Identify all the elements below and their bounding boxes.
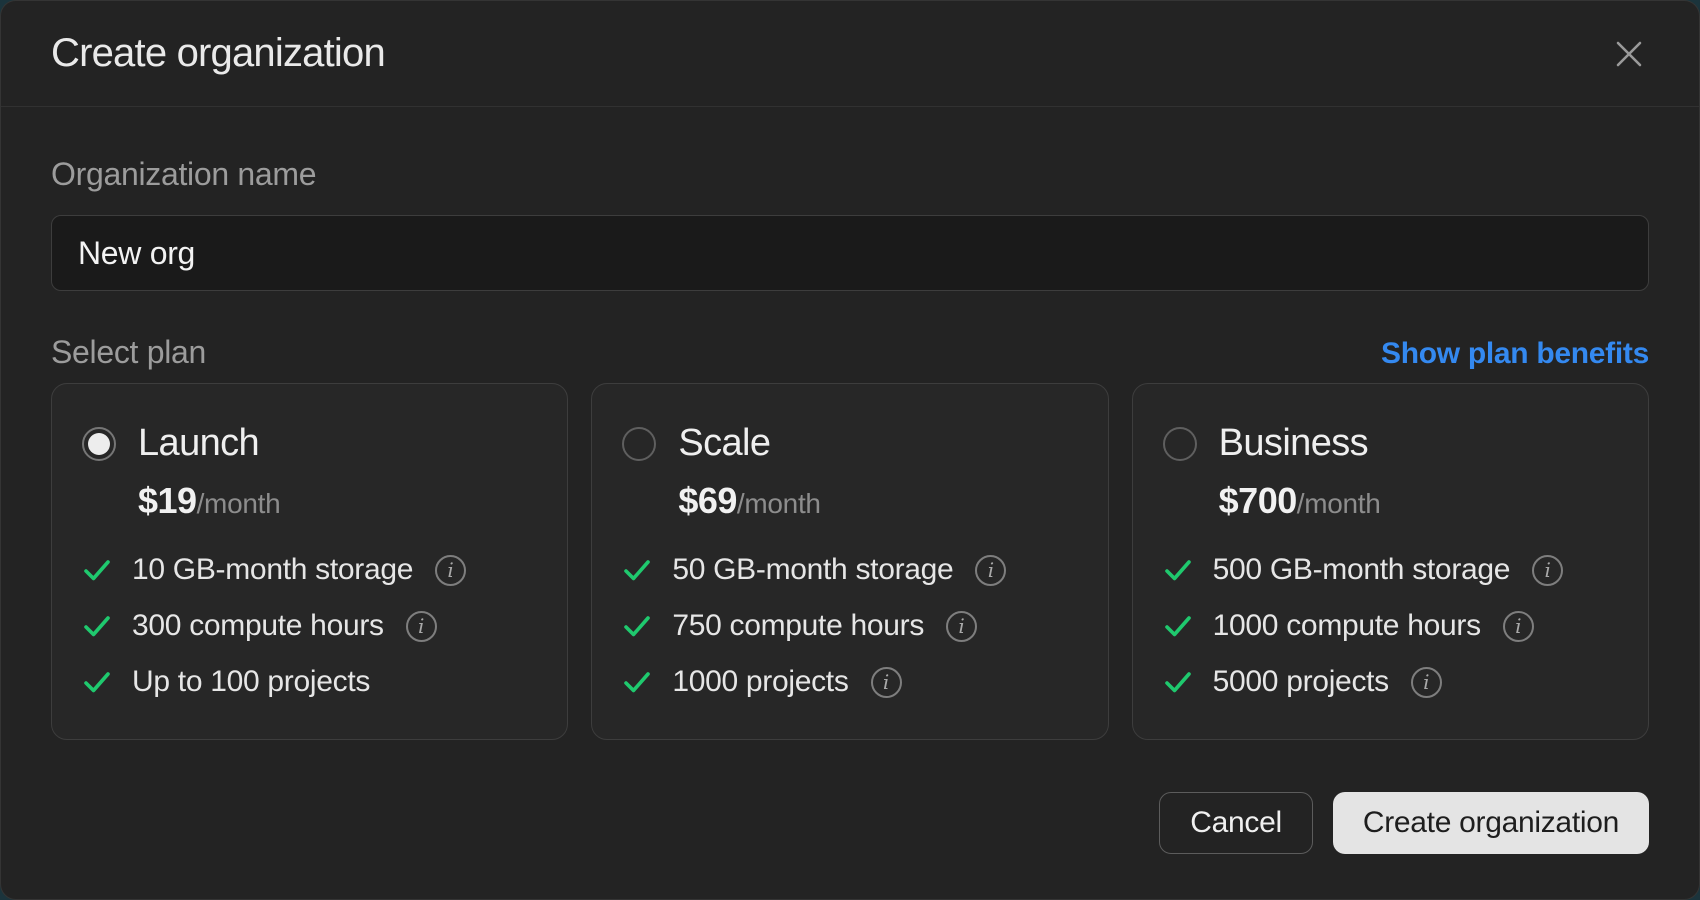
select-plan-label: Select plan [51, 333, 206, 371]
plan-card-business[interactable]: Business $700/month 500 GB-month storage… [1132, 383, 1649, 740]
info-icon[interactable]: i [871, 667, 902, 698]
info-icon[interactable]: i [1532, 555, 1563, 586]
plan-feature-text: 300 compute hours [132, 609, 384, 643]
plan-price-period: /month [1297, 488, 1381, 519]
page-backdrop: Create organization Organization name Se… [0, 0, 1700, 900]
plan-price: $69 [678, 480, 737, 521]
check-icon [82, 667, 112, 697]
info-icon[interactable]: i [1503, 611, 1534, 642]
plan-features: 10 GB-month storage i 300 compute hours … [82, 552, 539, 700]
plan-header: Launch [82, 422, 539, 465]
plan-header: Business [1163, 422, 1620, 465]
plan-feature-text: 1000 compute hours [1213, 609, 1481, 643]
check-icon [622, 667, 652, 697]
plan-price-period: /month [737, 488, 821, 519]
plan-feature-text: 50 GB-month storage [672, 553, 953, 587]
plan-price-period: /month [197, 488, 281, 519]
plan-feature-row: 300 compute hours i [82, 608, 539, 644]
modal-body: Organization name Select plan Show plan … [1, 155, 1699, 854]
plan-name: Business [1219, 422, 1368, 465]
organization-name-input[interactable] [51, 215, 1649, 291]
select-plan-row: Select plan Show plan benefits [51, 333, 1649, 371]
check-icon [622, 611, 652, 641]
plan-feature-text: 10 GB-month storage [132, 553, 413, 587]
show-plan-benefits-link[interactable]: Show plan benefits [1381, 337, 1649, 371]
plan-feature-row: 50 GB-month storage i [622, 552, 1079, 588]
check-icon [82, 611, 112, 641]
plan-card-scale[interactable]: Scale $69/month 50 GB-month storage i 75… [591, 383, 1108, 740]
plan-price: $700 [1219, 480, 1297, 521]
plan-feature-row: 1000 projects i [622, 664, 1079, 700]
plan-cards: Launch $19/month 10 GB-month storage i 3… [51, 383, 1649, 740]
modal-header: Create organization [1, 1, 1699, 107]
plan-price-row: $19/month [138, 480, 539, 522]
check-icon [622, 555, 652, 585]
plan-card-launch[interactable]: Launch $19/month 10 GB-month storage i 3… [51, 383, 568, 740]
plan-price-row: $700/month [1219, 480, 1620, 522]
plan-radio[interactable] [622, 427, 656, 461]
organization-name-label: Organization name [51, 155, 1649, 193]
close-icon [1614, 39, 1644, 69]
plan-feature-text: 5000 projects [1213, 665, 1389, 699]
plan-feature-row: 500 GB-month storage i [1163, 552, 1620, 588]
check-icon [1163, 611, 1193, 641]
info-icon[interactable]: i [406, 611, 437, 642]
plan-feature-row: 5000 projects i [1163, 664, 1620, 700]
plan-feature-text: Up to 100 projects [132, 665, 370, 699]
info-icon[interactable]: i [946, 611, 977, 642]
plan-feature-row: 1000 compute hours i [1163, 608, 1620, 644]
plan-radio[interactable] [1163, 427, 1197, 461]
plan-price-row: $69/month [678, 480, 1079, 522]
plan-feature-text: 1000 projects [672, 665, 848, 699]
info-icon[interactable]: i [975, 555, 1006, 586]
plan-feature-row: 750 compute hours i [622, 608, 1079, 644]
plan-header: Scale [622, 422, 1079, 465]
create-organization-modal: Create organization Organization name Se… [0, 0, 1700, 900]
info-icon[interactable]: i [435, 555, 466, 586]
plan-features: 500 GB-month storage i 1000 compute hour… [1163, 552, 1620, 700]
plan-feature-row: 10 GB-month storage i [82, 552, 539, 588]
info-icon[interactable]: i [1411, 667, 1442, 698]
plan-name: Scale [678, 422, 770, 465]
close-button[interactable] [1609, 34, 1649, 74]
create-organization-button[interactable]: Create organization [1333, 792, 1649, 854]
plan-features: 50 GB-month storage i 750 compute hours … [622, 552, 1079, 700]
plan-feature-text: 750 compute hours [672, 609, 924, 643]
check-icon [1163, 555, 1193, 585]
plan-feature-text: 500 GB-month storage [1213, 553, 1511, 587]
plan-name: Launch [138, 422, 259, 465]
check-icon [82, 555, 112, 585]
check-icon [1163, 667, 1193, 697]
modal-footer: Cancel Create organization [51, 792, 1649, 854]
plan-feature-row: Up to 100 projects [82, 664, 539, 700]
cancel-button[interactable]: Cancel [1159, 792, 1313, 854]
modal-title: Create organization [51, 31, 385, 76]
plan-radio[interactable] [82, 427, 116, 461]
plan-price: $19 [138, 480, 197, 521]
